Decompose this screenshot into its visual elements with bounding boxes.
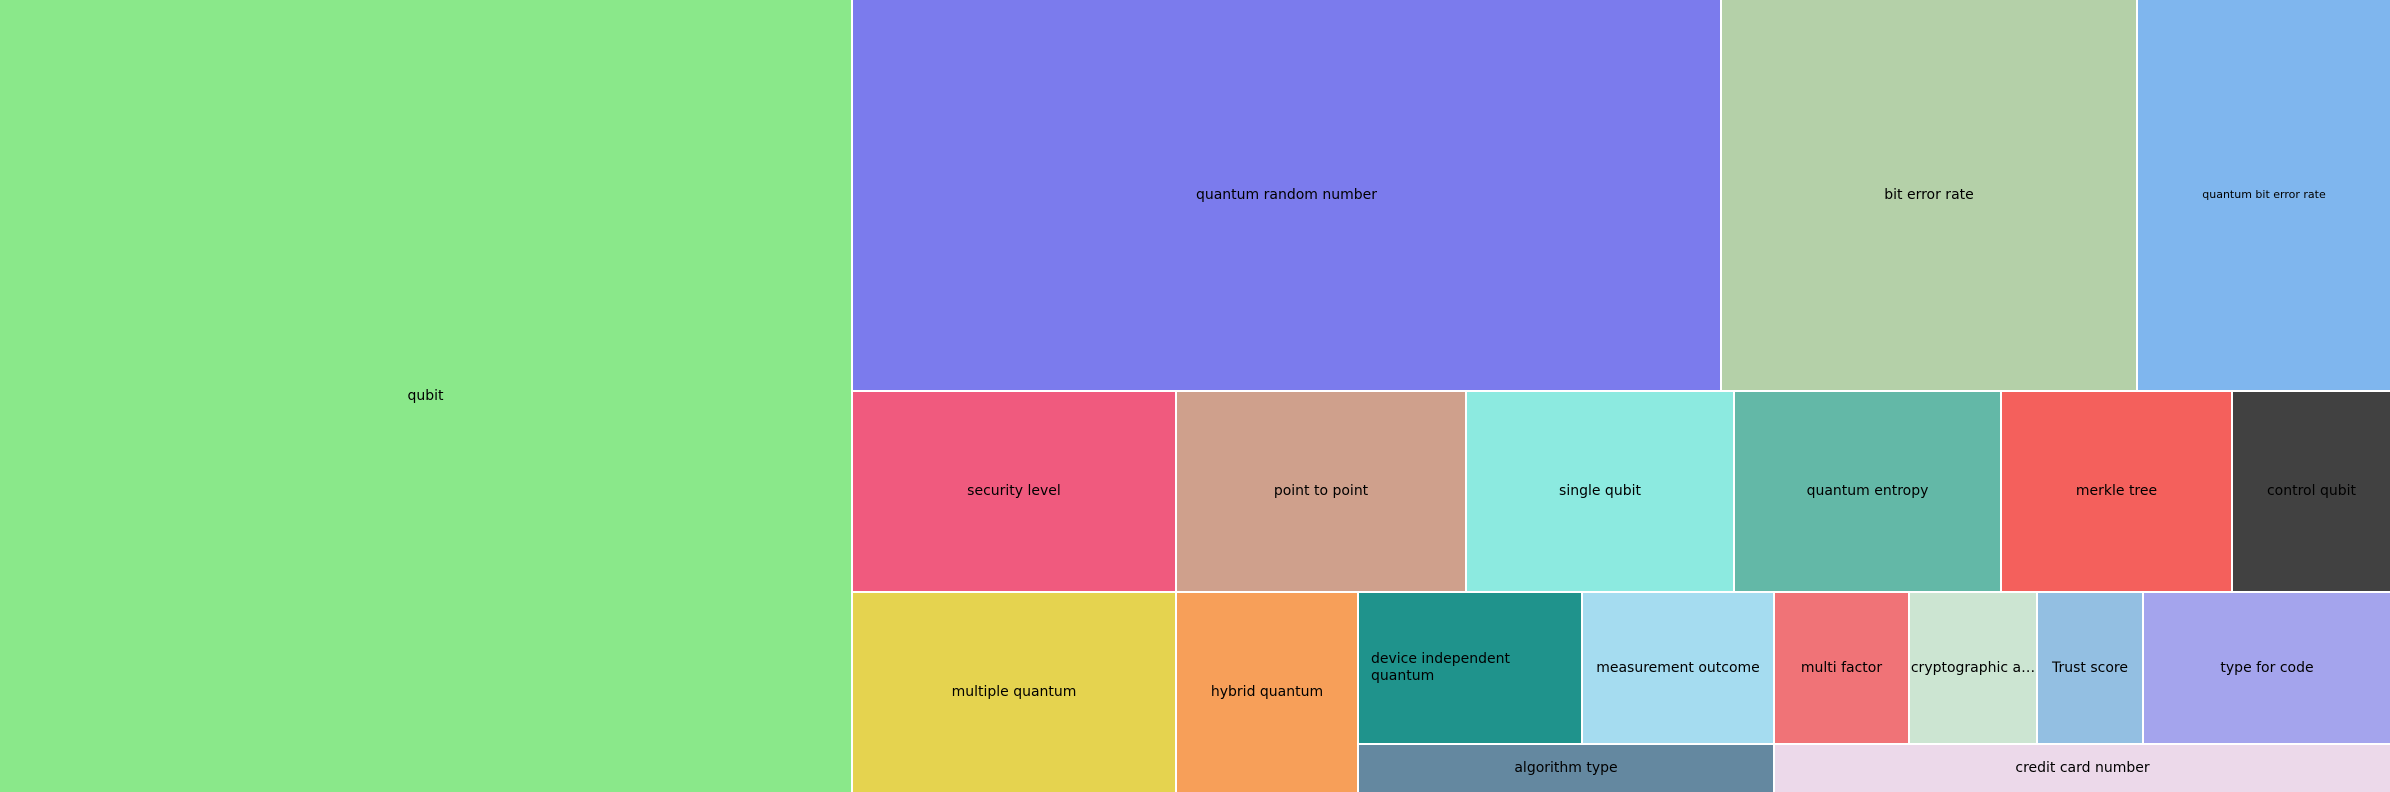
treemap-tile[interactable]: single qubit xyxy=(1467,392,1733,591)
treemap-tile-label: cryptographic a… xyxy=(1910,659,2036,676)
treemap-tile-label: point to point xyxy=(1273,483,1369,500)
treemap-tile-label: merkle tree xyxy=(2075,483,2158,500)
treemap-tile-label: multiple quantum xyxy=(951,684,1077,701)
treemap-tile-label: multi factor xyxy=(1800,659,1883,676)
treemap-tile[interactable]: multi factor xyxy=(1775,593,1908,743)
treemap-tile-label: type for code xyxy=(2220,659,2314,676)
treemap-tile-label: quantum bit error rate xyxy=(2202,187,2326,201)
treemap-tile-label: control qubit xyxy=(2266,483,2356,500)
treemap-tile[interactable]: algorithm type xyxy=(1359,745,1773,792)
treemap-tile[interactable]: type for code xyxy=(2144,593,2390,743)
treemap-tile-label: device independent quantum xyxy=(1371,651,1510,684)
treemap-tile-label: Trust score xyxy=(2052,659,2128,676)
treemap-tile-label: quantum random number xyxy=(1195,186,1378,203)
treemap-tile[interactable]: quantum bit error rate xyxy=(2138,0,2390,390)
treemap-tile-label: algorithm type xyxy=(1514,760,1618,777)
treemap-tile-label: credit card number xyxy=(2015,760,2150,777)
treemap-tile-label: measurement outcome xyxy=(1596,659,1760,676)
treemap-tile[interactable]: quantum entropy xyxy=(1735,392,2000,591)
treemap-tile[interactable]: multiple quantum xyxy=(853,593,1175,792)
treemap-tile[interactable]: merkle tree xyxy=(2002,392,2231,591)
treemap-tile[interactable]: security level xyxy=(853,392,1175,591)
treemap-tile[interactable]: cryptographic a… xyxy=(1910,593,2036,743)
treemap-tile[interactable]: credit card number xyxy=(1775,745,2390,792)
treemap-tile-label: bit error rate xyxy=(1884,186,1974,203)
treemap-tile[interactable]: measurement outcome xyxy=(1583,593,1773,743)
treemap-tile[interactable]: qubit xyxy=(0,0,851,792)
treemap-tile[interactable]: Trust score xyxy=(2038,593,2142,743)
treemap-tile[interactable]: bit error rate xyxy=(1722,0,2136,390)
treemap-tile-label: qubit xyxy=(407,387,444,404)
treemap-tile[interactable]: control qubit xyxy=(2233,392,2390,591)
treemap-tile[interactable]: device independent quantum xyxy=(1359,593,1581,743)
treemap-tile-label: quantum entropy xyxy=(1806,483,1929,500)
treemap-tile[interactable]: point to point xyxy=(1177,392,1465,591)
treemap-tile-label: single qubit xyxy=(1559,483,1641,500)
treemap-tile[interactable]: quantum random number xyxy=(853,0,1720,390)
treemap-tile-label: security level xyxy=(967,483,1061,500)
treemap-tile-label: hybrid quantum xyxy=(1210,684,1324,701)
treemap-chart: qubit quantum random number bit error rate… xyxy=(0,0,2390,792)
treemap-tile[interactable]: hybrid quantum xyxy=(1177,593,1357,792)
